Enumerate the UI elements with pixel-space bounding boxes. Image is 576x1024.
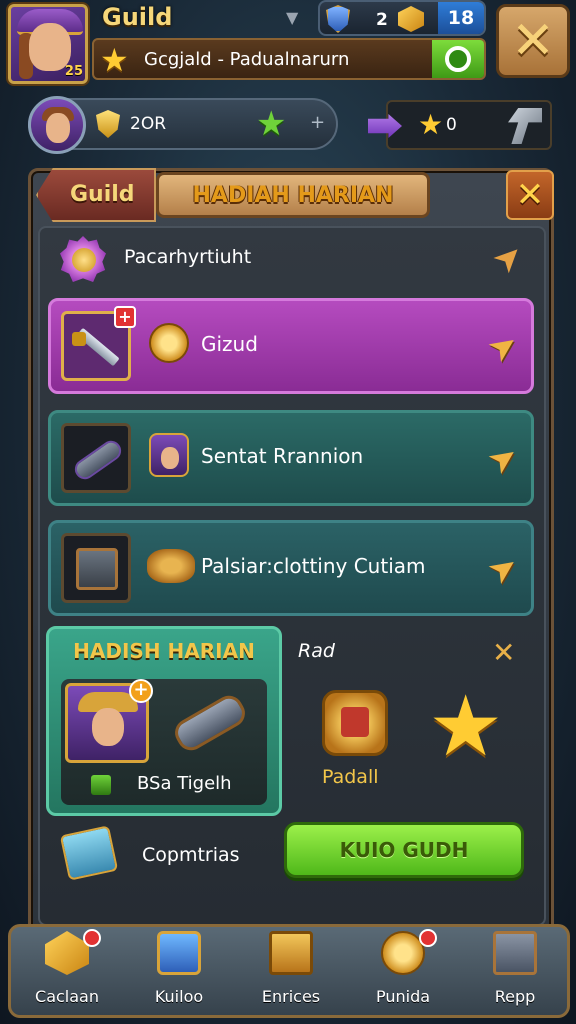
refresh-icon bbox=[445, 46, 471, 72]
resource-bar: 2 18 bbox=[318, 0, 486, 36]
coin-icon bbox=[149, 323, 189, 363]
reward-title: HADISH HARIAN bbox=[73, 639, 255, 663]
new-badge: + bbox=[114, 306, 136, 328]
nav-label: Kuiloo bbox=[154, 987, 204, 1006]
star-counter: ★ 0 bbox=[368, 100, 552, 150]
list-item[interactable]: Palsiar:clottiny Cutiam ➤ bbox=[48, 520, 534, 616]
nav-label: Enrices bbox=[261, 987, 321, 1006]
nav-label: Repp bbox=[494, 987, 536, 1006]
list-item-label: Gizud bbox=[201, 332, 258, 356]
claim-button[interactable]: KUIO GUDH bbox=[284, 822, 524, 878]
arrow-icon[interactable]: ➤ bbox=[484, 234, 532, 282]
banner-title: HADIAH HARIAN bbox=[192, 182, 394, 208]
small-avatar[interactable] bbox=[28, 96, 86, 154]
plus-icon[interactable]: + bbox=[310, 112, 325, 133]
coins-icon bbox=[147, 549, 195, 583]
reward-item-name: BSa Tigelh bbox=[137, 773, 232, 794]
rank-pill: 2OR ★ + bbox=[28, 96, 338, 154]
reward-content: + BSa Tigelh bbox=[61, 679, 267, 805]
nav-label: Caclaan bbox=[35, 987, 99, 1006]
nav-item-kuiloo[interactable]: Kuiloo bbox=[123, 927, 235, 1021]
star-icon: ★ bbox=[100, 41, 129, 79]
side-label: Rad bbox=[298, 640, 335, 662]
green-star-icon: ★ bbox=[256, 104, 287, 144]
star-icon: ★ bbox=[418, 108, 444, 141]
reward-card[interactable]: HADISH HARIAN + BSa Tigelh bbox=[46, 626, 282, 816]
dropdown-arrow-icon[interactable]: ▼ bbox=[286, 8, 298, 27]
page-title: Guild bbox=[102, 3, 173, 31]
item-slot bbox=[61, 423, 131, 493]
player-name: Gcgjald - Padualnarurn bbox=[144, 49, 350, 70]
reward-chest-icon[interactable] bbox=[322, 690, 388, 756]
notification-badge bbox=[83, 929, 101, 947]
chest-icon bbox=[269, 931, 313, 975]
list-item-label: Sentat Rrannion bbox=[201, 444, 364, 468]
player-name-bar: ★ Gcgjald - Padualnarurn bbox=[92, 38, 486, 80]
shield-icon bbox=[157, 931, 201, 975]
arrow-icon: ➤ bbox=[479, 322, 526, 372]
level-badge: 25 bbox=[64, 64, 83, 79]
list-item[interactable]: Sentat Rrannion ➤ bbox=[48, 410, 534, 506]
arrow-icon: ➤ bbox=[479, 434, 526, 484]
hammer-icon[interactable] bbox=[508, 108, 542, 144]
hero-icon bbox=[149, 433, 189, 477]
item-slot bbox=[61, 533, 131, 603]
face bbox=[92, 708, 124, 746]
item-slot: + bbox=[61, 306, 136, 381]
resource-value: 2 bbox=[376, 10, 388, 30]
nav-item-enrices[interactable]: Enrices bbox=[235, 927, 347, 1021]
confirm-button[interactable] bbox=[432, 40, 484, 78]
hilt bbox=[72, 332, 86, 346]
list-item-label: Palsiar:clottiny Cutiam bbox=[201, 554, 426, 578]
plus-icon[interactable]: + bbox=[129, 679, 153, 703]
star-count: 0 bbox=[446, 115, 457, 135]
list-item[interactable]: + Gizud ➤ bbox=[48, 298, 534, 394]
face bbox=[46, 113, 70, 143]
rank-value: 2OR bbox=[130, 114, 167, 134]
close-icon[interactable]: ✕ bbox=[492, 636, 515, 669]
chest-icon bbox=[76, 548, 118, 590]
panel-close-button[interactable]: ✕ bbox=[506, 170, 554, 220]
reward-label: Padall bbox=[322, 766, 379, 788]
gem-icon bbox=[91, 775, 111, 795]
box-icon bbox=[493, 931, 537, 975]
section-header: Pacarhyrtiuht ➤ bbox=[56, 234, 532, 284]
star-icon[interactable]: ★ bbox=[428, 684, 512, 768]
gem-label: Copmtrias bbox=[142, 844, 240, 866]
claim-button-label: KUIO GUDH bbox=[339, 838, 469, 862]
scroll-icon bbox=[169, 690, 251, 756]
player-avatar[interactable]: 25 bbox=[8, 4, 88, 84]
arrow-icon: ➤ bbox=[479, 544, 526, 594]
arrow-right-icon[interactable] bbox=[368, 114, 402, 138]
bottom-nav: Caclaan Kuiloo Enrices Punida Repp bbox=[8, 924, 570, 1018]
close-button[interactable]: ✕ bbox=[496, 4, 570, 78]
notification-badge bbox=[419, 929, 437, 947]
tab-guild[interactable]: Guild bbox=[36, 168, 156, 222]
gold-shield-icon bbox=[96, 110, 120, 138]
gold-cube-icon bbox=[398, 6, 424, 32]
coin-icon bbox=[72, 248, 96, 272]
tab-label: Guild bbox=[70, 182, 135, 207]
nav-item-caclaan[interactable]: Caclaan bbox=[11, 927, 123, 1021]
panel-banner: HADIAH HARIAN bbox=[156, 172, 430, 218]
scroll-icon bbox=[70, 436, 126, 484]
counter-value: 18 bbox=[438, 2, 484, 34]
nav-item-punida[interactable]: Punida bbox=[347, 927, 459, 1021]
shield-icon bbox=[326, 5, 350, 33]
nav-label: Punida bbox=[375, 987, 431, 1006]
nav-item-repp[interactable]: Repp bbox=[459, 927, 571, 1021]
section-header-label: Pacarhyrtiuht bbox=[124, 246, 252, 268]
